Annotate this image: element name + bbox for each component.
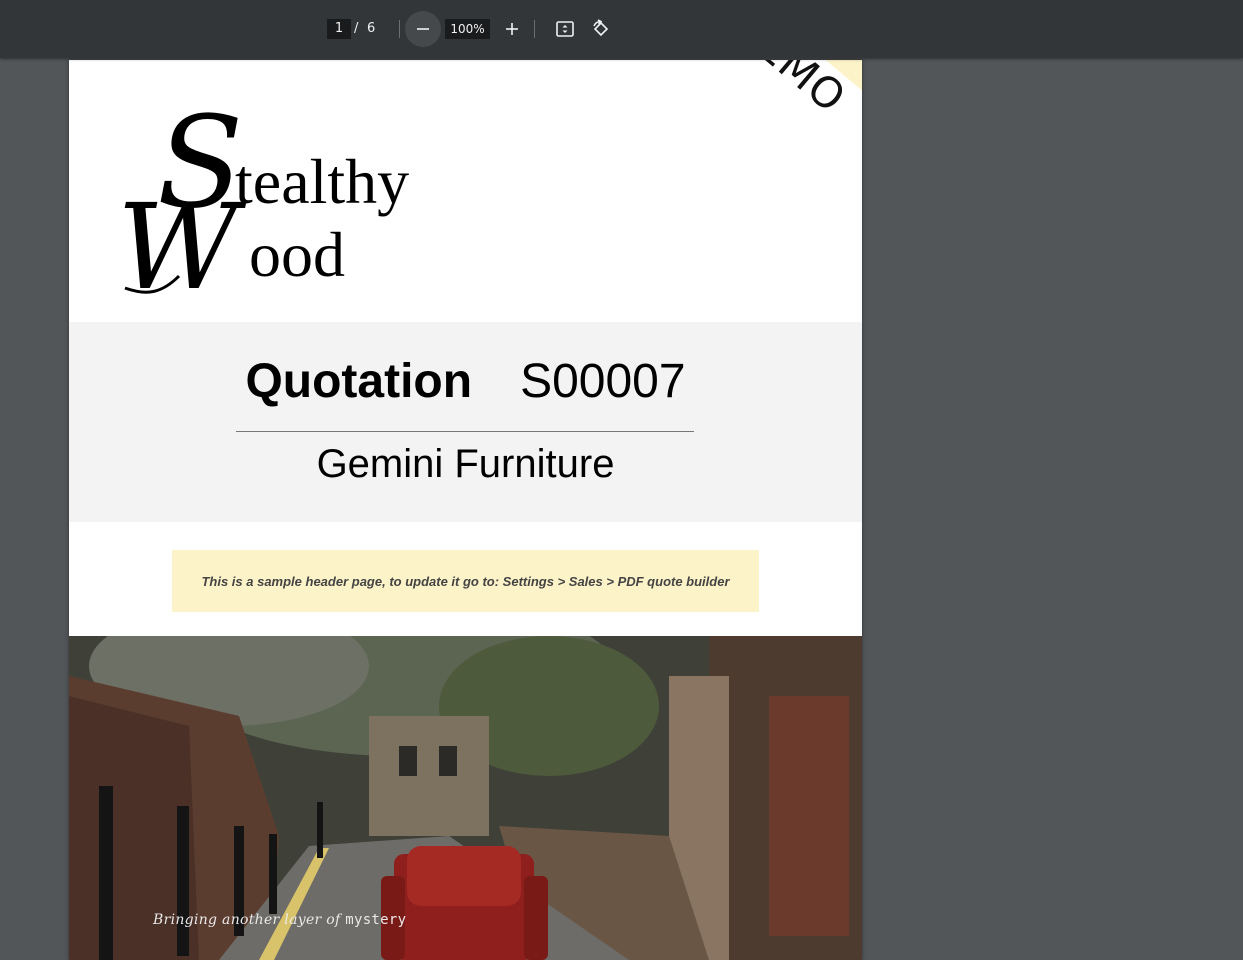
quotation-label: Quotation — [245, 355, 473, 408]
svg-text:tealthy: tealthy — [235, 146, 409, 217]
rotate-button[interactable] — [589, 17, 613, 41]
title-divider — [236, 431, 694, 432]
svg-text:ood: ood — [249, 219, 345, 290]
page-total: 6 — [367, 21, 376, 36]
svg-text:W: W — [117, 178, 247, 298]
pdf-page: DEMO S tealthy W ood Quotation S00007 Gem… — [69, 60, 862, 960]
quotation-number: S00007 — [520, 355, 686, 408]
toolbar-divider — [399, 20, 400, 38]
pdf-toolbar: 1 / 6 100% — [0, 0, 1243, 58]
customer-name: Gemini Furniture — [316, 442, 615, 486]
zoom-level-input[interactable]: 100% — [445, 19, 490, 39]
photo-caption-script: Bringing another layer of — [153, 912, 341, 928]
title-band: Quotation S00007 Gemini Furniture — [69, 322, 862, 522]
demo-ribbon-label: DEMO — [722, 60, 856, 123]
demo-ribbon: DEMO — [665, 60, 862, 170]
toolbar-divider — [534, 20, 535, 38]
page-number-input[interactable]: 1 — [327, 19, 351, 39]
zoom-out-button[interactable] — [405, 11, 441, 47]
sample-header-notice: This is a sample header page, to update … — [172, 550, 759, 612]
cover-photo: Bringing another layer of mystery — [69, 636, 862, 960]
rotate-icon — [593, 19, 609, 37]
zoom-out-icon — [417, 28, 429, 30]
photo-caption-word: mystery — [345, 912, 407, 928]
photo-caption: Bringing another layer of mystery — [153, 912, 406, 928]
company-logo: S tealthy W ood — [117, 88, 417, 316]
zoom-in-button[interactable] — [500, 17, 524, 41]
zoom-in-icon — [506, 23, 518, 35]
page-separator: / — [354, 21, 359, 36]
fit-to-page-button[interactable] — [553, 17, 577, 41]
fit-page-icon — [556, 21, 574, 37]
quotation-title: Quotation S00007 — [69, 354, 862, 409]
